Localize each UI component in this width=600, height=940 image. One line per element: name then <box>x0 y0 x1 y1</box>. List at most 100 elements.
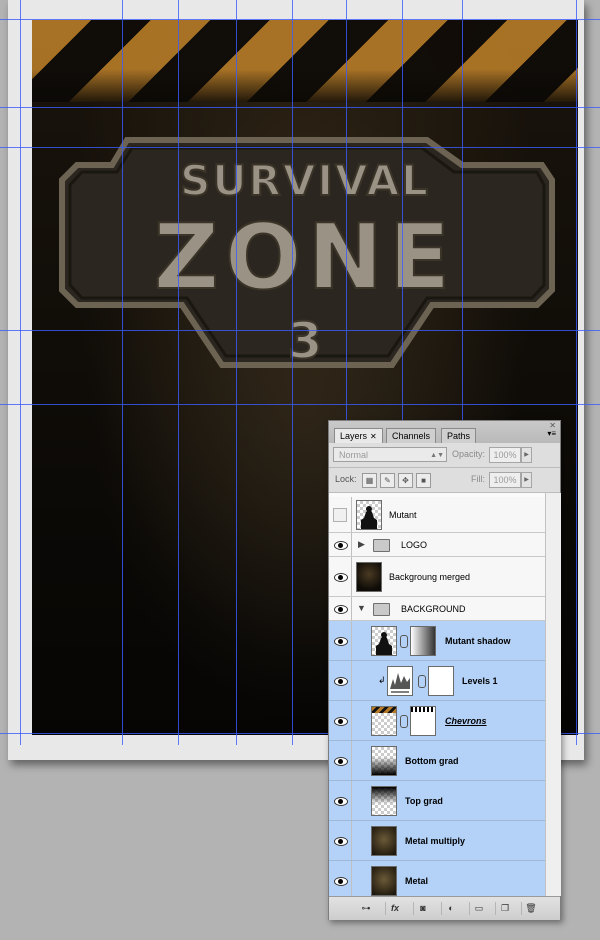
layer-row-levels-1[interactable]: ↲ Levels 1 <box>329 661 545 701</box>
hidden-eye-icon <box>333 508 347 522</box>
eye-icon <box>334 677 348 686</box>
visibility-toggle[interactable] <box>329 557 352 596</box>
lock-paint-icon[interactable]: ✎ <box>380 473 395 488</box>
layer-mask-thumbnail[interactable] <box>410 626 436 656</box>
layers-bottom-toolbar: ⊶ fx ◙ ◐ ▭ ❐ 🗑 <box>329 896 560 920</box>
layer-row-logo[interactable]: ▶ LOGO <box>329 533 545 557</box>
folder-icon <box>373 539 390 552</box>
visibility-toggle[interactable] <box>329 661 352 700</box>
panel-menu-icon[interactable]: ▾≡ <box>547 429 556 438</box>
layer-thumbnail-metal <box>371 866 397 896</box>
layer-thumbnail-mutant <box>356 500 382 530</box>
opacity-field[interactable]: 100% <box>489 447 521 463</box>
fill-slider-arrow-icon[interactable]: ▶ <box>521 472 532 488</box>
tab-layers[interactable]: Layers ✕ <box>334 428 383 443</box>
layer-row-mutant-shadow[interactable]: Mutant shadow <box>329 621 545 661</box>
layer-mask-thumbnail[interactable] <box>428 666 454 696</box>
lock-all-icon[interactable]: ■ <box>416 473 431 488</box>
chevron-stripes-preview <box>372 707 396 713</box>
layer-name-metal-multiply: Metal multiply <box>405 836 466 846</box>
mask-link-icon[interactable] <box>400 635 408 648</box>
layer-row-bottom-grad[interactable]: Bottom grad <box>329 741 545 781</box>
adjustment-layer-icon[interactable]: ◐ <box>441 902 460 915</box>
tab-paths-label: Paths <box>447 431 471 441</box>
fill-field[interactable]: 100% <box>489 472 521 488</box>
eye-icon <box>334 573 348 582</box>
histogram-icon <box>390 673 410 693</box>
layers-scrollbar[interactable] <box>545 493 561 896</box>
link-layers-icon[interactable]: ⊶ <box>357 902 375 915</box>
eye-icon <box>334 637 348 646</box>
layer-row-chevrons[interactable]: Chevrons <box>329 701 545 741</box>
fx-icon[interactable]: fx <box>385 902 404 915</box>
mask-link-icon[interactable] <box>418 675 426 688</box>
layer-row-mutant[interactable]: Mutant <box>329 497 545 533</box>
fill-label: Fill: <box>471 474 485 484</box>
visibility-toggle[interactable] <box>329 861 352 896</box>
close-tab-icon[interactable]: ✕ <box>370 432 377 441</box>
layer-name-top-grad: Top grad <box>405 796 443 806</box>
layer-name-metal: Metal <box>405 876 429 886</box>
eye-icon <box>334 757 348 766</box>
layer-thumbnail-background-merged <box>356 562 382 592</box>
mask-link-icon[interactable] <box>400 715 408 728</box>
layers-list[interactable]: Mutant ▶ LOGO Backgroung merged ▼ BACKGR… <box>329 493 560 896</box>
opacity-slider-arrow-icon[interactable]: ▶ <box>521 447 532 463</box>
new-group-folder-icon[interactable]: ▭ <box>469 902 488 915</box>
opacity-label: Opacity: <box>452 449 486 459</box>
visibility-toggle[interactable] <box>329 497 352 532</box>
layer-row-metal[interactable]: Metal <box>329 861 545 896</box>
lock-label: Lock: <box>335 474 357 484</box>
mask-pattern-preview <box>411 707 435 712</box>
mutant-silhouette-icon <box>376 632 392 655</box>
blend-mode-value: Normal <box>339 450 369 460</box>
layer-name-mutant: Mutant <box>389 510 417 520</box>
logo-line1: SURVIVAL <box>180 156 430 205</box>
visibility-toggle[interactable] <box>329 741 352 780</box>
expand-triangle-icon[interactable]: ▶ <box>358 539 365 550</box>
blend-row: Normal ▲▼ Opacity: 100% ▶ <box>329 443 560 468</box>
lock-row: Lock: ▦ ✎ ✥ ■ Fill: 100% ▶ <box>329 468 560 493</box>
layer-thumbnail-chevrons <box>371 706 397 736</box>
collapse-triangle-icon[interactable]: ▼ <box>357 603 366 613</box>
add-mask-icon[interactable]: ◙ <box>413 902 432 915</box>
layer-name-background-merged: Backgroung merged <box>389 572 471 582</box>
tab-paths[interactable]: Paths <box>441 428 477 443</box>
layer-thumbnail-bottom-grad <box>371 746 397 776</box>
clipping-arrow-icon: ↲ <box>378 675 386 685</box>
layer-name-levels-1: Levels 1 <box>462 676 498 686</box>
panel-tab-bar: Layers ✕ Channels Paths ✕ ▾≡ <box>329 421 560 444</box>
trash-icon[interactable]: 🗑 <box>521 902 540 915</box>
blend-mode-select[interactable]: Normal ▲▼ <box>333 447 447 462</box>
bottom-gradient-preview <box>372 747 396 775</box>
layer-thumbnail-top-grad <box>371 786 397 816</box>
layer-name-bottom-grad: Bottom grad <box>405 756 459 766</box>
eye-icon <box>334 605 348 614</box>
visibility-toggle[interactable] <box>329 781 352 820</box>
layer-name-logo: LOGO <box>401 540 428 550</box>
logo-numeral: 3 <box>288 312 323 370</box>
folder-icon <box>373 603 390 616</box>
layers-panel[interactable]: Layers ✕ Channels Paths ✕ ▾≡ Normal ▲▼ Opa… <box>328 420 561 920</box>
visibility-toggle[interactable] <box>329 621 352 660</box>
lock-transparency-icon[interactable]: ▦ <box>362 473 377 488</box>
lock-move-icon[interactable]: ✥ <box>398 473 413 488</box>
new-layer-icon[interactable]: ❐ <box>495 902 514 915</box>
visibility-toggle[interactable] <box>329 597 352 620</box>
layer-row-background-merged[interactable]: Backgroung merged <box>329 557 545 597</box>
layer-row-metal-multiply[interactable]: Metal multiply <box>329 821 545 861</box>
layer-mask-thumbnail[interactable] <box>410 706 436 736</box>
layer-row-top-grad[interactable]: Top grad <box>329 781 545 821</box>
layer-row-background-group[interactable]: ▼ BACKGROUND <box>329 597 545 621</box>
logo-line2: ZONE <box>154 205 457 310</box>
tab-channels[interactable]: Channels <box>386 428 437 443</box>
eye-icon <box>334 797 348 806</box>
eye-icon <box>334 717 348 726</box>
tab-channels-label: Channels <box>392 431 431 441</box>
visibility-toggle[interactable] <box>329 533 352 556</box>
mutant-silhouette-icon <box>361 506 377 529</box>
eye-icon <box>334 837 348 846</box>
visibility-toggle[interactable] <box>329 821 352 860</box>
top-gradient-preview <box>372 787 396 815</box>
visibility-toggle[interactable] <box>329 701 352 740</box>
